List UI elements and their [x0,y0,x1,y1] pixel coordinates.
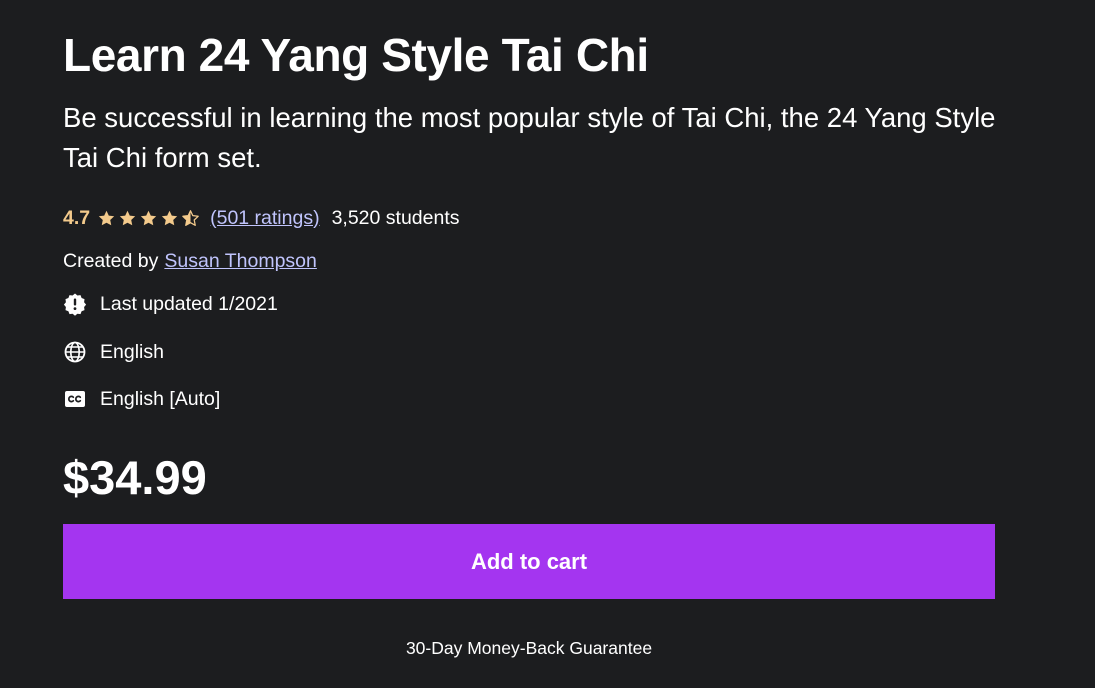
course-title: Learn 24 Yang Style Tai Chi [63,29,649,81]
captions-row: English [Auto] [63,386,220,412]
closed-captions-icon [65,391,85,407]
money-back-guarantee: 30-Day Money-Back Guarantee [405,638,653,658]
rating-row: 4.7 (501 ratings) 3,520 students [63,205,460,231]
globe-icon [64,341,86,363]
last-updated-row: Last updated 1/2021 [63,291,278,317]
half-star-icon [182,209,199,226]
add-to-cart-button[interactable]: Add to cart [63,524,995,599]
language-text: English [100,340,164,363]
star-icon [98,210,115,225]
captions-text: English [Auto] [100,387,221,410]
rating-value: 4.7 [63,206,91,229]
star-icon [119,210,136,225]
star-rating [97,209,202,228]
language-row: English [63,339,164,365]
star-icon [140,210,157,225]
instructor-link[interactable]: Susan Thompson [164,250,317,273]
course-subtitle: Be successful in learning the most popul… [63,102,996,173]
last-updated-text: Last updated 1/2021 [100,292,278,315]
created-by-row: Created by Susan Thompson [63,248,317,274]
star-icon [161,210,178,225]
created-by-label: Created by [63,249,159,272]
course-price: $34.99 [63,451,207,504]
course-header: Learn 24 Yang Style Tai Chi Be successfu… [0,0,1095,688]
new-badge-icon [63,293,87,316]
students-count: 3,520 students [331,206,460,229]
ratings-count-link[interactable]: (501 ratings) [210,207,319,230]
